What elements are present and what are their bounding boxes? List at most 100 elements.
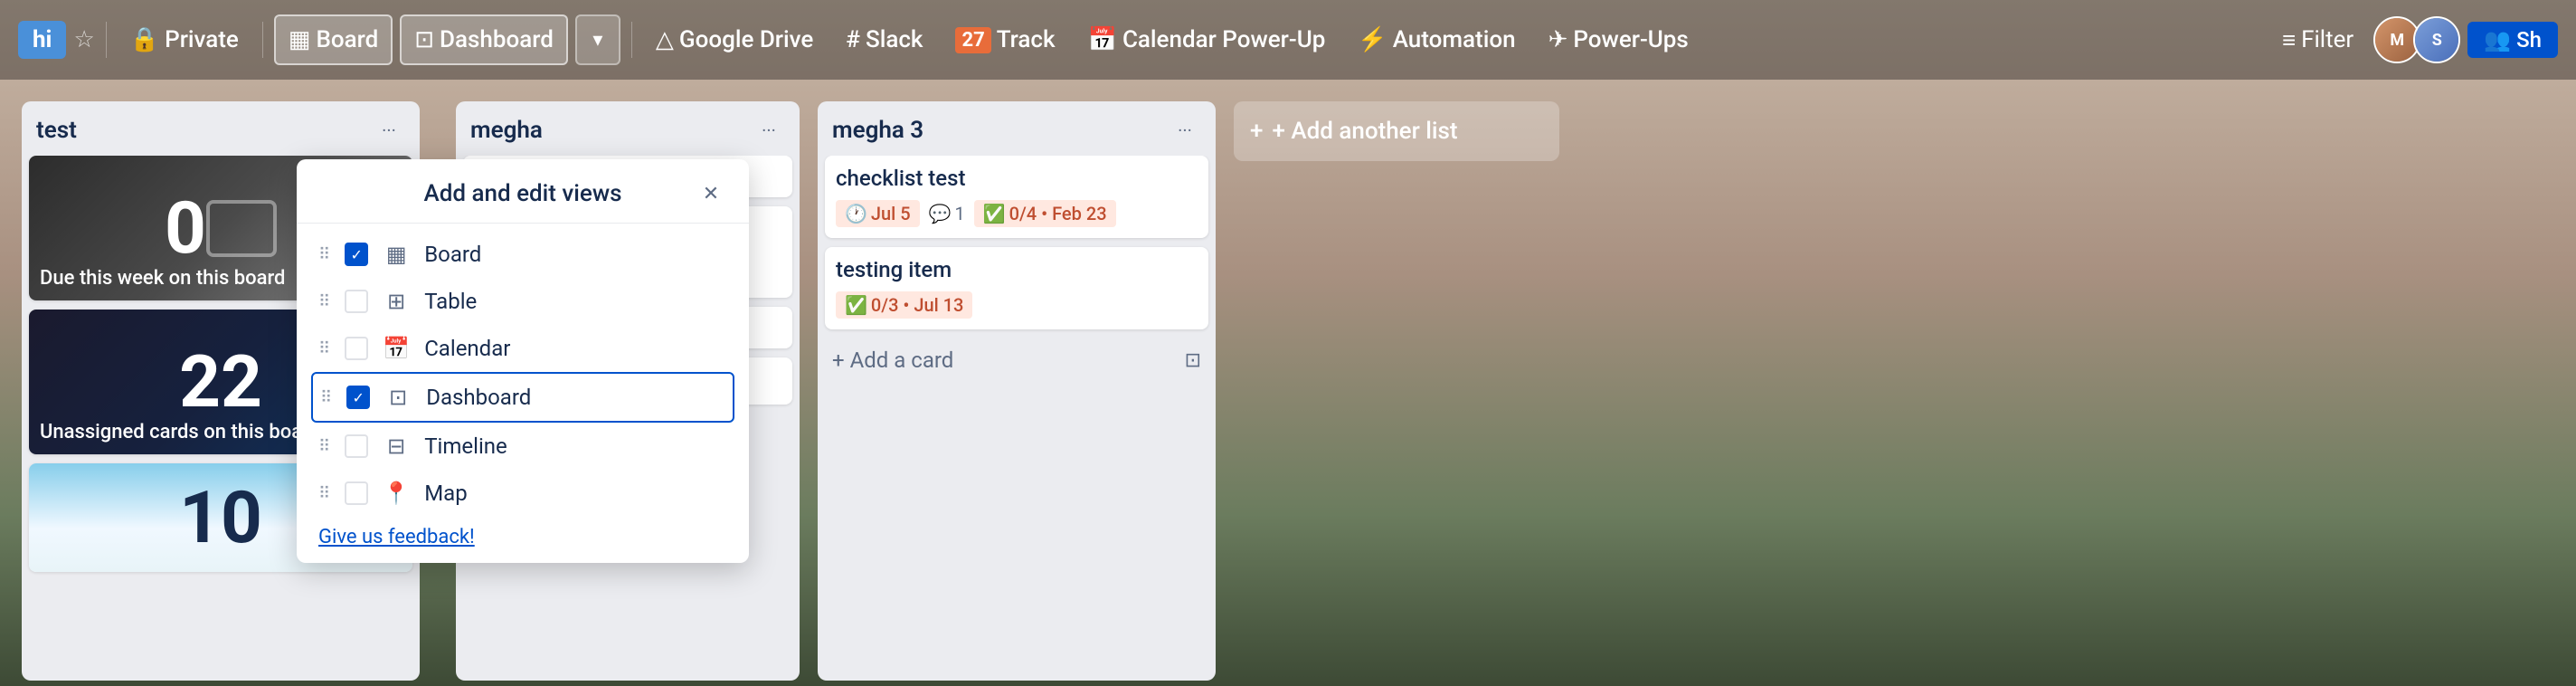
google-drive-icon: △ — [656, 26, 674, 53]
drag-handle-dashboard[interactable]: ⠿ — [320, 388, 332, 407]
dropdown-header: Add and edit views ✕ — [297, 159, 749, 224]
dropdown-item-table[interactable]: ⠿ ⊞ Table — [297, 278, 749, 325]
checkbox-table[interactable] — [345, 290, 368, 313]
dashboard-button[interactable]: ⊡ Dashboard — [400, 14, 568, 65]
column-megha3-title: megha 3 — [832, 117, 923, 144]
share-button[interactable]: 👥 Sh — [2467, 22, 2558, 58]
dropdown-item-map[interactable]: ⠿ 📍 Map — [297, 470, 749, 517]
checkbox-dashboard[interactable]: ✓ — [346, 386, 370, 409]
card-jul5-tag: 🕐 Jul 5 — [836, 200, 920, 227]
card-testing-item[interactable]: testing item ✅ 0/3 • Jul 13 — [825, 247, 1208, 329]
topbar-divider-1 — [106, 22, 107, 58]
card-checklist-test-meta: 🕐 Jul 5 💬 1 ✅ 0/4 • Feb 23 — [836, 200, 1198, 227]
powerups-button[interactable]: ✈ Power-Ups — [1536, 14, 1701, 65]
add-another-list-button[interactable]: + + Add another list — [1234, 101, 1559, 161]
main-board-area: test ··· 0 Due this week on this board 2… — [0, 80, 2576, 686]
calendar-view-icon: 📅 — [383, 336, 410, 361]
card-comment-1: 💬 1 — [929, 203, 965, 224]
column-megha3: megha 3 ··· checklist test 🕐 Jul 5 💬 1 — [818, 101, 1216, 681]
chevron-down-icon: ▾ — [592, 29, 602, 52]
dropdown-item-dashboard[interactable]: ⠿ ✓ ⊡ Dashboard — [311, 372, 734, 423]
column-megha3-body: checklist test 🕐 Jul 5 💬 1 ✅ 0/4 • Feb — [818, 156, 1216, 681]
board-view-icon: ▦ — [383, 242, 410, 267]
dropdown-item-board-label: Board — [424, 242, 481, 267]
card-stat-0: 0 — [165, 186, 206, 271]
dropdown-item-board[interactable]: ⠿ ✓ ▦ Board — [297, 231, 749, 278]
views-chevron-button[interactable]: ▾ — [575, 14, 620, 65]
feedback-link[interactable]: Give us feedback! — [297, 517, 749, 548]
dropdown-item-map-label: Map — [424, 481, 467, 506]
dashboard-nav-icon: ⊡ — [414, 26, 434, 53]
topbar: hi ☆ 🔒 Private ▦ Board ⊡ Dashboard ▾ △ G… — [0, 0, 2576, 80]
dropdown-close-button[interactable]: ✕ — [695, 177, 727, 210]
private-button[interactable]: 🔒 Private — [118, 14, 251, 65]
column-test-menu-button[interactable]: ··· — [373, 114, 405, 147]
star-icon[interactable]: ☆ — [73, 26, 94, 53]
checkbox-timeline[interactable] — [345, 434, 368, 458]
drag-handle-map[interactable]: ⠿ — [318, 484, 330, 503]
template-icon: ⊡ — [1185, 349, 1201, 372]
topbar-right: ≡ Filter M S 👥 Sh — [2269, 16, 2558, 63]
dropdown-item-timeline[interactable]: ⠿ ⊟ Timeline — [297, 423, 749, 470]
timeline-view-icon: ⊟ — [383, 434, 410, 459]
column-megha-header: megha ··· — [456, 101, 800, 156]
close-icon: ✕ — [703, 183, 719, 205]
automation-icon: ⚡ — [1358, 26, 1387, 53]
checklist-icon-4: ✅ — [983, 203, 1006, 224]
automation-button[interactable]: ⚡ Automation — [1345, 14, 1528, 65]
card-checklist-test-content: checklist test 🕐 Jul 5 💬 1 ✅ 0/4 • Feb — [825, 156, 1208, 238]
share-icon: 👥 — [2484, 27, 2511, 52]
board-button[interactable]: ▦ Board — [274, 14, 393, 65]
card-testing-item-title: testing item — [836, 256, 1198, 284]
checkbox-board[interactable]: ✓ — [345, 243, 368, 266]
calendar-powerup-button[interactable]: 📅 Calendar Power-Up — [1075, 14, 1339, 65]
add-card-button[interactable]: + Add a card ⊡ — [825, 338, 1208, 382]
track-number-icon: 27 — [955, 27, 990, 53]
card-jul13-tag: ✅ 0/3 • Jul 13 — [836, 291, 972, 319]
dropdown-item-calendar-label: Calendar — [424, 336, 510, 361]
card-feb23-tag: ✅ 0/4 • Feb 23 — [974, 200, 1116, 227]
dashboard-view-icon: ⊡ — [384, 385, 412, 410]
powerups-icon: ✈ — [1548, 26, 1568, 53]
filter-button[interactable]: ≡ Filter — [2269, 21, 2366, 60]
avatar-2[interactable]: S — [2413, 16, 2460, 63]
checkbox-map[interactable] — [345, 481, 368, 505]
column-megha-menu-button[interactable]: ··· — [753, 114, 785, 147]
card-stat-22: 22 — [179, 339, 262, 424]
track-button[interactable]: 27 Track — [942, 14, 1067, 65]
card-testing-item-content: testing item ✅ 0/3 • Jul 13 — [825, 247, 1208, 329]
card-checklist-test[interactable]: checklist test 🕐 Jul 5 💬 1 ✅ 0/4 • Feb — [825, 156, 1208, 238]
avatar-group: M S — [2373, 16, 2460, 63]
clock-icon-3: 🕐 — [845, 203, 867, 224]
dropdown-item-table-label: Table — [424, 289, 477, 314]
board-icon: ▦ — [289, 26, 311, 53]
slack-button[interactable]: # Slack — [833, 14, 935, 65]
table-view-icon: ⊞ — [383, 289, 410, 314]
google-drive-button[interactable]: △ Google Drive — [643, 14, 826, 65]
slack-icon: # — [846, 26, 860, 53]
card-stat-10: 10 — [179, 475, 262, 560]
drag-handle-board[interactable]: ⠿ — [318, 245, 330, 264]
add-another-list-label: + Add another list — [1272, 118, 1457, 145]
views-dropdown: Add and edit views ✕ ⠿ ✓ ▦ Board ⠿ ⊞ Tab… — [297, 159, 749, 563]
avatar-img-1: M — [2375, 18, 2419, 62]
column-megha3-header: megha 3 ··· — [818, 101, 1216, 156]
dropdown-item-timeline-label: Timeline — [424, 434, 507, 459]
dropdown-title: Add and edit views — [351, 180, 695, 207]
column-megha3-menu-button[interactable]: ··· — [1169, 114, 1201, 147]
lock-icon: 🔒 — [130, 26, 159, 53]
checkbox-calendar[interactable] — [345, 337, 368, 360]
card-testing-item-meta: ✅ 0/3 • Jul 13 — [836, 291, 1198, 319]
card-checklist-test-title: checklist test — [836, 165, 1198, 193]
hi-badge: hi — [18, 21, 66, 59]
comment-icon: 💬 — [929, 203, 952, 224]
drag-handle-timeline[interactable]: ⠿ — [318, 437, 330, 456]
plus-icon: + — [1250, 118, 1263, 145]
filter-icon: ≡ — [2282, 26, 2296, 54]
dropdown-item-calendar[interactable]: ⠿ 📅 Calendar — [297, 325, 749, 372]
dropdown-item-dashboard-label: Dashboard — [426, 385, 531, 410]
add-card-label: + Add a card — [832, 348, 953, 373]
avatar-img-2: S — [2415, 18, 2458, 62]
drag-handle-calendar[interactable]: ⠿ — [318, 339, 330, 358]
drag-handle-table[interactable]: ⠿ — [318, 292, 330, 311]
